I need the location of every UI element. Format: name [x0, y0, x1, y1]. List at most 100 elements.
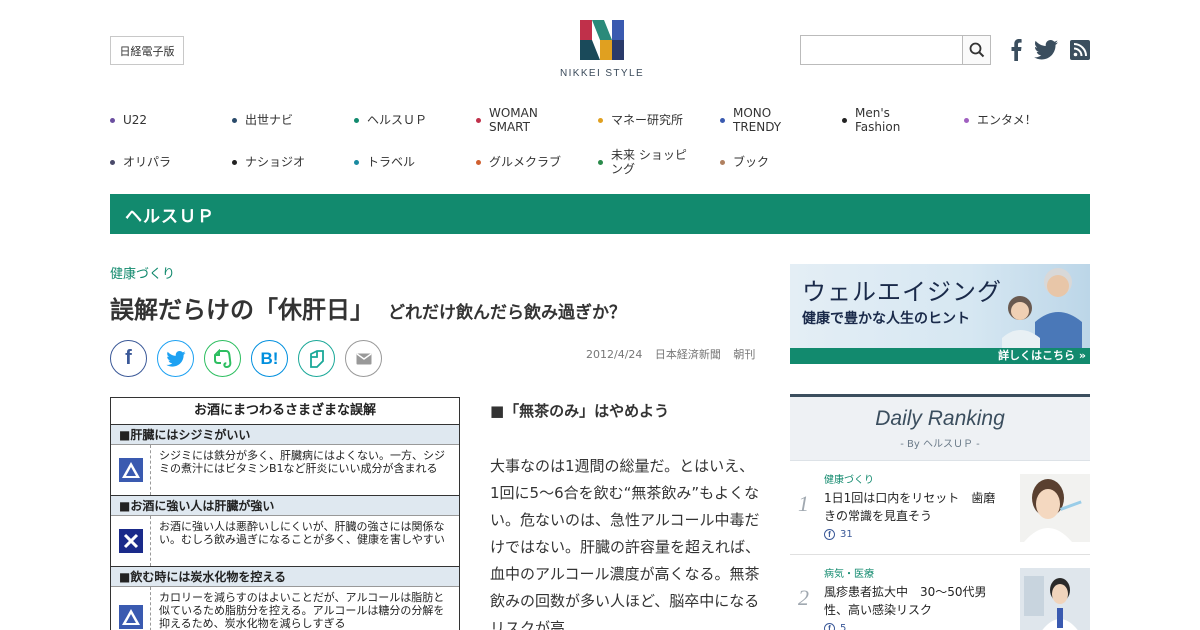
nav-item-travel[interactable]: トラベル — [354, 155, 476, 169]
category-nav: U22 出世ナビ ヘルスＵＰ WOMAN SMART マネー研究所 MONO T… — [110, 99, 1090, 183]
ranking-item[interactable]: 2 病気・医療 風疹患者拡大中 30～50代男性、高い感染リスク f5 — [790, 555, 1090, 630]
nikkei-style-logo[interactable]: NIKKEI STYLE — [556, 18, 648, 79]
nav-dot — [598, 159, 603, 165]
nav-row-1: U22 出世ナビ ヘルスＵＰ WOMAN SMART マネー研究所 MONO T… — [110, 99, 1090, 141]
article-body: ■「無茶のみ」はやめよう 大事なのは1週間の総量だ。とはいえ、1回に5～6合を飲… — [490, 397, 760, 630]
share-buttons: f B! — [110, 340, 392, 377]
pocket-share-button[interactable] — [298, 340, 335, 377]
nikkei-digital-button[interactable]: 日経電子版 — [110, 36, 184, 65]
table-section-body: カロリーを減らすのはよいことだが、アルコールは脂肪と似ているため脂肪分を控える。… — [111, 587, 459, 630]
ad-subtitle: 健康で豊かな人生のヒント — [802, 311, 970, 327]
rank-category[interactable]: 病気・医療 — [824, 565, 874, 580]
rank-thumbnail[interactable] — [1020, 474, 1090, 542]
nav-item-gourmet[interactable]: グルメクラブ — [476, 155, 598, 169]
article-paragraph: 大事なのは1週間の総量だ。とはいえ、1回に5～6合を飲む“無茶飲み”もよくない。… — [490, 457, 761, 630]
well-aging-ad-banner[interactable]: ウェルエイジング 健康で豊かな人生のヒント 詳しくはこちら » — [790, 264, 1090, 364]
nav-item-natgeo[interactable]: ナショジオ — [232, 155, 354, 169]
ad-details-link[interactable]: 詳しくはこちら » — [998, 347, 1086, 363]
nav-label: ヘルスＵＰ — [367, 113, 428, 127]
triangle-mark-icon — [111, 445, 151, 495]
nav-item-mens-fashion[interactable]: Men's Fashion — [842, 106, 964, 134]
table-title: お酒にまつわるさまざまな誤解 — [111, 398, 459, 425]
nav-dot — [232, 117, 237, 123]
table-section-body: お酒に強い人は悪酔いしにくいが、肝臓の強さには関係ない。むしろ飲み過ぎになること… — [111, 516, 459, 567]
facebook-icon: f — [824, 623, 835, 630]
nav-dot — [476, 159, 481, 165]
article-source: 日本経済新聞 — [654, 348, 721, 361]
nav-item-health[interactable]: ヘルスＵＰ — [354, 113, 476, 127]
rank-number: 1 — [798, 491, 809, 516]
logo-text: NIKKEI STYLE — [559, 68, 645, 79]
ranking-title: Daily Ranking — [875, 407, 1005, 430]
mail-icon — [356, 352, 371, 364]
mail-share-button[interactable] — [345, 340, 382, 377]
nav-label: ブック — [733, 155, 770, 169]
nav-item-mono-trendy[interactable]: MONO TRENDY — [720, 106, 842, 134]
rank-thumbnail[interactable] — [1020, 568, 1090, 630]
rank-category[interactable]: 健康づくり — [824, 471, 874, 486]
misconceptions-table-image[interactable]: お酒にまつわるさまざまな誤解 ■肝臓にはシジミがいい シジミには鉄分が多く、肝臓… — [110, 397, 460, 630]
article-category[interactable]: 健康づくり — [110, 263, 175, 282]
ranking-header: Daily Ranking - By ヘルスＵＰ - — [790, 397, 1090, 461]
rank-title[interactable]: 風疹患者拡大中 30～50代男性、高い感染リスク — [824, 583, 1002, 619]
nav-item-book[interactable]: ブック — [720, 155, 842, 169]
nav-item-shusse[interactable]: 出世ナビ — [232, 113, 354, 127]
twitter-icon — [165, 350, 186, 367]
nav-label: トラベル — [367, 155, 416, 169]
article-subheading: ■「無茶のみ」はやめよう — [490, 402, 670, 420]
twitter-share-button[interactable] — [157, 340, 194, 377]
nav-item-woman-smart[interactable]: WOMAN SMART — [476, 106, 598, 134]
nav-label: エンタメ！ — [977, 113, 1037, 127]
section-title-bar[interactable]: ヘルスＵＰ — [110, 194, 1090, 234]
ranking-item[interactable]: 1 健康づくり 1日1回は口内をリセット 歯磨きの常識を見直そう f 31 — [790, 461, 1090, 555]
nav-item-money[interactable]: マネー研究所 — [598, 113, 720, 127]
pocket-icon — [309, 349, 324, 368]
nav-label: Men's Fashion — [855, 106, 901, 134]
article-subtitle: どれだけ飲んだら飲み過ぎか？ — [388, 303, 626, 323]
logo-mark — [580, 20, 624, 60]
nav-dot — [598, 117, 603, 123]
facebook-icon[interactable] — [1006, 38, 1026, 62]
article-meta: 2012/4/24 日本経済新聞 朝刊 — [586, 346, 755, 362]
daily-ranking: Daily Ranking - By ヘルスＵＰ - 1 健康づくり 1日1回は… — [790, 394, 1090, 630]
nav-item-mirai-shopping[interactable]: 未来 ショッピング — [598, 148, 720, 176]
article-edition: 朝刊 — [733, 348, 756, 361]
table-section-text: お酒に強い人は悪酔いしにくいが、肝臓の強さには関係ない。むしろ飲み過ぎになること… — [159, 520, 445, 546]
rank-number: 2 — [798, 585, 809, 610]
nav-dot — [964, 117, 969, 123]
nav-dot — [110, 159, 115, 165]
evernote-icon — [213, 348, 231, 368]
article-date: 2012/4/24 — [586, 348, 643, 361]
nav-label: MONO TRENDY — [733, 106, 782, 134]
table-section-heading: ■お酒に強い人は肝臓が強い — [111, 496, 459, 516]
triangle-mark-icon — [111, 587, 151, 630]
search-input[interactable] — [800, 35, 963, 65]
nav-dot — [720, 117, 725, 123]
nav-dot — [232, 159, 237, 165]
nav-dot — [354, 117, 359, 123]
nav-item-u22[interactable]: U22 — [110, 113, 232, 127]
table-section-heading: ■肝臓にはシジミがいい — [111, 425, 459, 445]
article-title: 誤解だらけの「休肝日」 — [110, 296, 374, 324]
nav-label: WOMAN SMART — [489, 106, 538, 134]
search-icon — [969, 42, 984, 58]
rss-icon[interactable] — [1069, 38, 1090, 62]
nav-label: オリパラ — [123, 155, 172, 169]
nav-dot — [476, 117, 481, 123]
evernote-share-button[interactable] — [204, 340, 241, 377]
nav-label: 出世ナビ — [245, 113, 294, 127]
twitter-icon[interactable] — [1034, 38, 1058, 62]
facebook-share-button[interactable]: f — [110, 340, 147, 377]
nav-label: U22 — [123, 113, 148, 127]
cross-mark-icon — [111, 516, 151, 566]
nav-row-2: オリパラ ナショジオ トラベル グルメクラブ 未来 ショッピング ブック — [110, 141, 1090, 183]
nav-item-olypara[interactable]: オリパラ — [110, 155, 232, 169]
ranking-byline[interactable]: - By ヘルスＵＰ - — [790, 435, 1090, 450]
rank-share-count: f 31 — [824, 529, 853, 540]
search-button[interactable] — [962, 35, 991, 65]
rank-title[interactable]: 1日1回は口内をリセット 歯磨きの常識を見直そう — [824, 489, 1002, 525]
nav-label: ナショジオ — [245, 155, 306, 169]
nav-item-entame[interactable]: エンタメ！ — [964, 113, 1086, 127]
hatena-bookmark-button[interactable]: B! — [251, 340, 288, 377]
nav-dot — [110, 117, 115, 123]
